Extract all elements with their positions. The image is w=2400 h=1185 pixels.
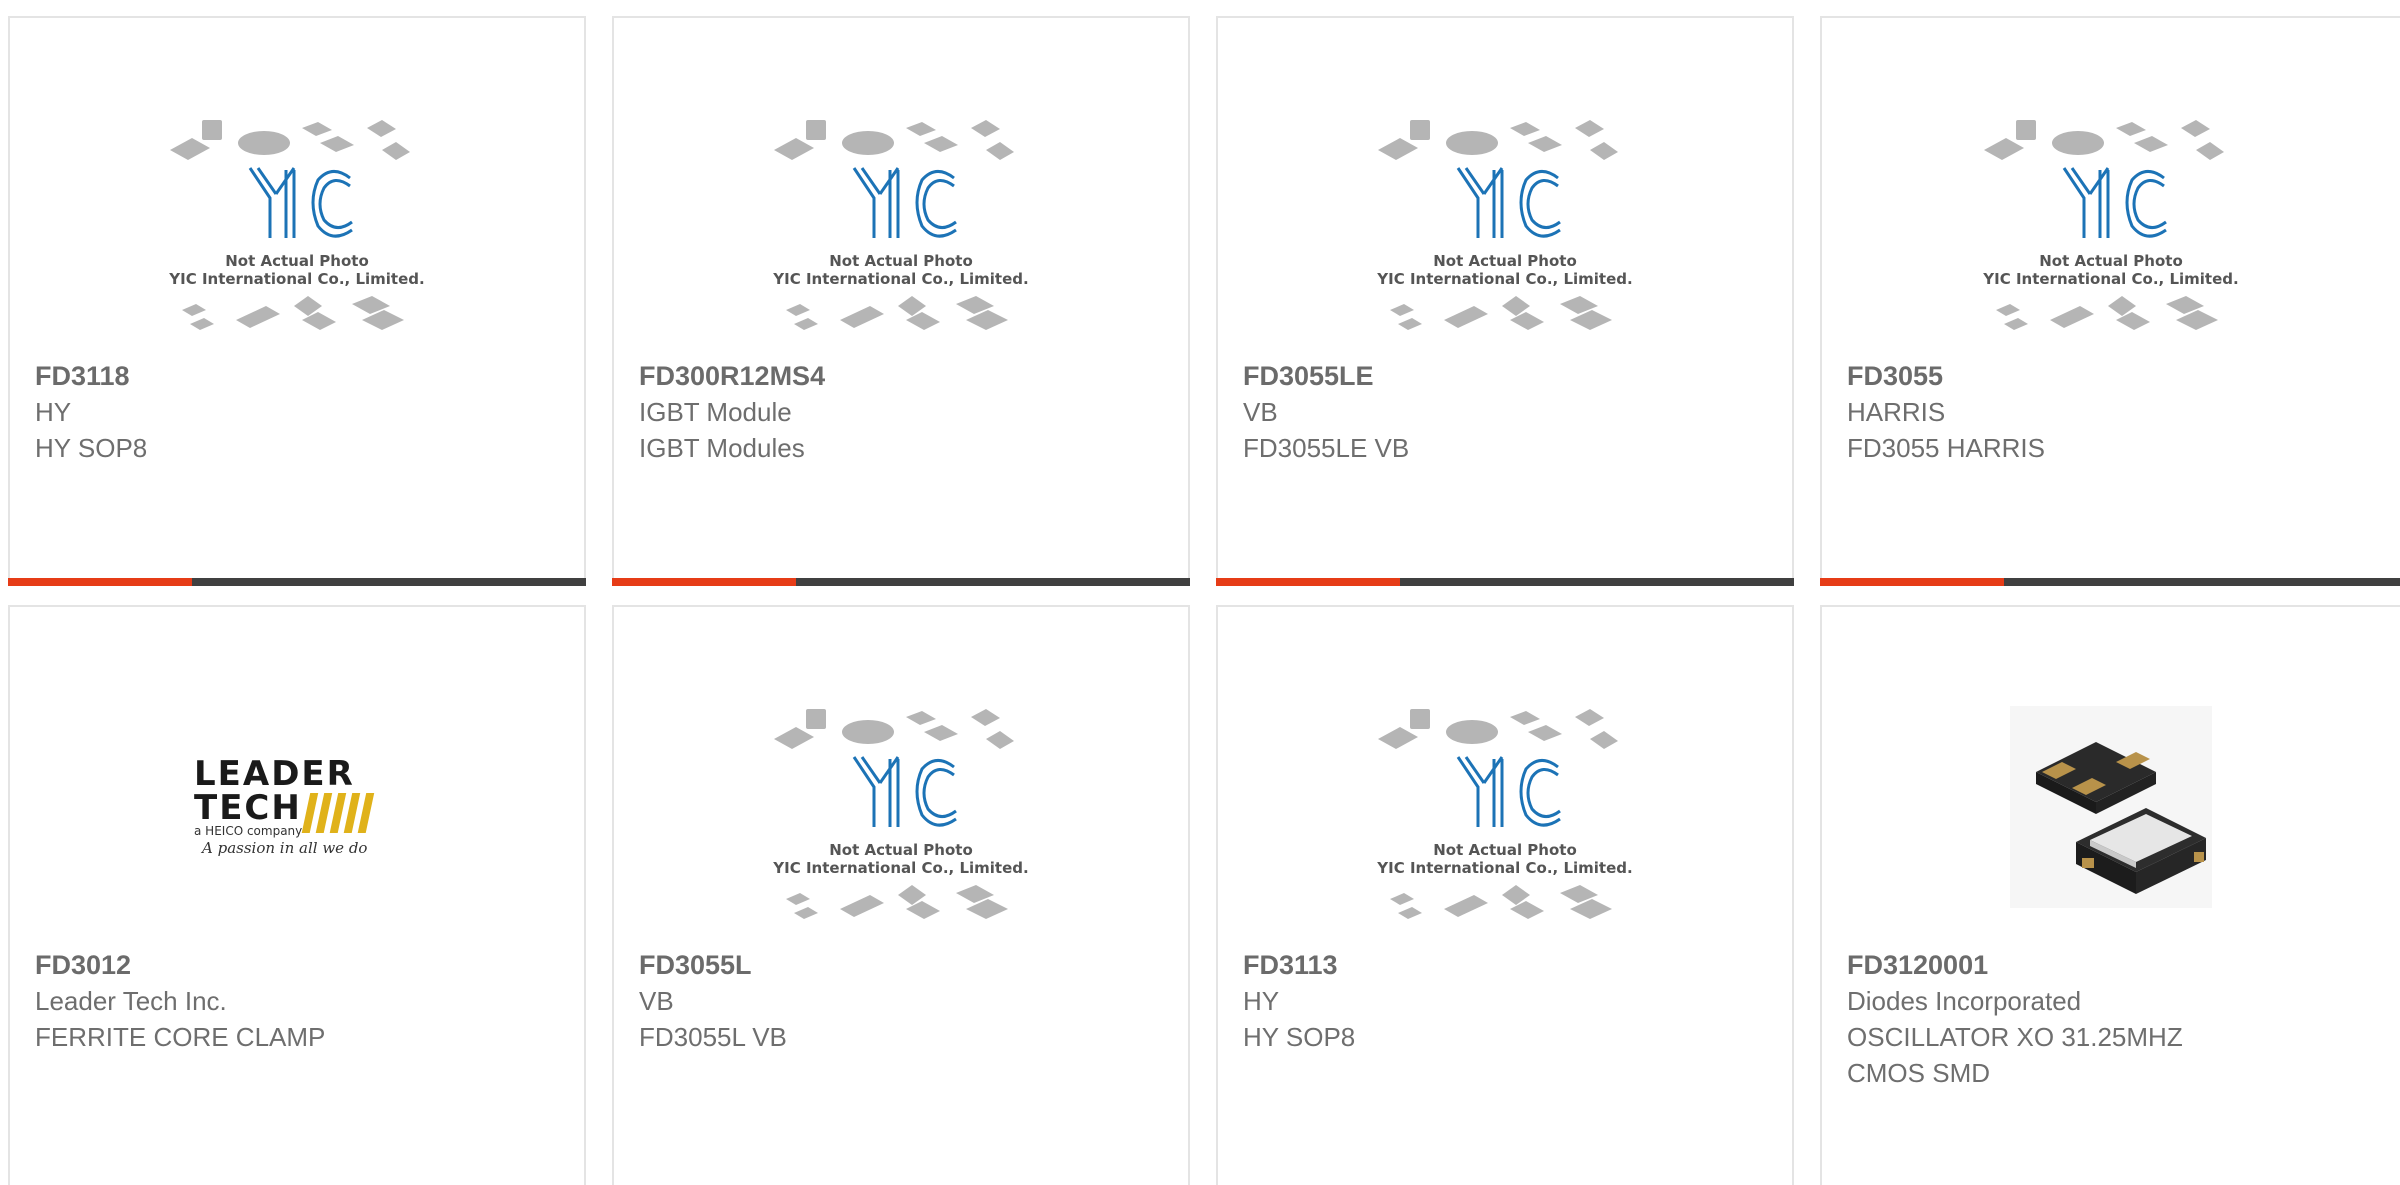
svg-text:Not Actual Photo: Not Actual Photo bbox=[225, 252, 369, 270]
product-card[interactable]: Not Actual Photo YIC International Co., … bbox=[1820, 16, 2400, 586]
product-card[interactable]: Not Actual Photo YIC International Co., … bbox=[612, 16, 1190, 586]
svg-text:Not Actual Photo: Not Actual Photo bbox=[2039, 252, 2183, 270]
svg-text:a HEICO company: a HEICO company bbox=[194, 824, 302, 838]
product-card[interactable]: Not Actual Photo YIC International Co., … bbox=[8, 16, 586, 586]
description: OSCILLATOR XO 31.25MHZ CMOS SMD bbox=[1847, 1022, 2183, 1088]
svg-text:Not Actual Photo: Not Actual Photo bbox=[829, 841, 973, 859]
yic-placeholder-image: Not Actual Photo YIC International Co., … bbox=[1376, 709, 1633, 919]
card-accent bbox=[612, 578, 796, 586]
description: FD3055L VB bbox=[639, 1022, 787, 1052]
product-card[interactable]: Not Actual Photo YIC International Co., … bbox=[612, 605, 1190, 1185]
manufacturer: HY bbox=[1243, 986, 1280, 1016]
product-info: FD300R12MS4 IGBT Module IGBT Modules bbox=[639, 358, 1168, 466]
card-bottom-bar bbox=[612, 578, 1190, 586]
description: FD3055 HARRIS bbox=[1847, 433, 2045, 463]
product-info: FD3118 HY HY SOP8 bbox=[35, 358, 564, 466]
part-number[interactable]: FD3120001 bbox=[1847, 947, 2380, 983]
svg-text:Not Actual Photo: Not Actual Photo bbox=[829, 252, 973, 270]
card-accent bbox=[1820, 578, 2004, 586]
svg-text:Not Actual Photo: Not Actual Photo bbox=[1433, 841, 1577, 859]
svg-text:A passion in all we do: A passion in all we do bbox=[200, 839, 367, 857]
part-number[interactable]: FD3118 bbox=[35, 358, 564, 394]
product-grid: Not Actual Photo YIC International Co., … bbox=[0, 0, 2400, 1185]
product-image[interactable] bbox=[1822, 687, 2400, 927]
card-accent bbox=[1216, 578, 1400, 586]
product-image[interactable]: Not Actual Photo YIC International Co., … bbox=[1218, 98, 1792, 338]
part-number[interactable]: FD300R12MS4 bbox=[639, 358, 1168, 394]
description: FD3055LE VB bbox=[1243, 433, 1410, 463]
product-info: FD3055L VB FD3055L VB bbox=[639, 947, 1168, 1055]
manufacturer: VB bbox=[639, 986, 674, 1016]
svg-text:YIC International Co., Limited: YIC International Co., Limited. bbox=[1376, 859, 1632, 877]
card-accent bbox=[8, 578, 192, 586]
manufacturer: Diodes Incorporated bbox=[1847, 986, 2082, 1016]
svg-text:YIC International Co., Limited: YIC International Co., Limited. bbox=[1376, 270, 1632, 288]
product-image[interactable]: Not Actual Photo YIC International Co., … bbox=[10, 98, 584, 338]
svg-text:YIC International Co., Limited: YIC International Co., Limited. bbox=[168, 270, 424, 288]
description: IGBT Modules bbox=[639, 433, 805, 463]
product-image[interactable]: LEADER TECH a HEICO company A passion in… bbox=[10, 687, 584, 927]
product-info: FD3012 Leader Tech Inc. FERRITE CORE CLA… bbox=[35, 947, 564, 1055]
product-card[interactable]: FD3120001 Diodes Incorporated OSCILLATOR… bbox=[1820, 605, 2400, 1185]
description: HY SOP8 bbox=[1243, 1022, 1356, 1052]
svg-text:TECH: TECH bbox=[194, 788, 302, 828]
manufacturer: HY bbox=[35, 397, 72, 427]
part-number[interactable]: FD3055 bbox=[1847, 358, 2380, 394]
product-info: FD3120001 Diodes Incorporated OSCILLATOR… bbox=[1847, 947, 2380, 1091]
part-number[interactable]: FD3055L bbox=[639, 947, 1168, 983]
yic-placeholder-image: Not Actual Photo YIC International Co., … bbox=[168, 120, 425, 330]
part-number[interactable]: FD3055LE bbox=[1243, 358, 1772, 394]
product-image[interactable]: Not Actual Photo YIC International Co., … bbox=[614, 98, 1188, 338]
svg-text:YIC International Co., Limited: YIC International Co., Limited. bbox=[772, 859, 1028, 877]
svg-text:YIC International Co., Limited: YIC International Co., Limited. bbox=[772, 270, 1028, 288]
product-image[interactable]: Not Actual Photo YIC International Co., … bbox=[1218, 687, 1792, 927]
card-bottom-bar bbox=[1820, 578, 2400, 586]
product-card[interactable]: LEADER TECH a HEICO company A passion in… bbox=[8, 605, 586, 1185]
svg-text:YIC International Co., Limited: YIC International Co., Limited. bbox=[1982, 270, 2238, 288]
product-card[interactable]: Not Actual Photo YIC International Co., … bbox=[1216, 605, 1794, 1185]
part-number[interactable]: FD3113 bbox=[1243, 947, 1772, 983]
product-info: FD3055LE VB FD3055LE VB bbox=[1243, 358, 1772, 466]
product-card[interactable]: Not Actual Photo YIC International Co., … bbox=[1216, 16, 1794, 586]
leader-tech-logo: LEADER TECH a HEICO company A passion in… bbox=[194, 754, 375, 857]
yic-placeholder-image: Not Actual Photo YIC International Co., … bbox=[1982, 120, 2239, 330]
card-bottom-bar bbox=[1216, 578, 1794, 586]
description: HY SOP8 bbox=[35, 433, 148, 463]
oscillator-photo bbox=[2010, 706, 2212, 908]
svg-text:Not Actual Photo: Not Actual Photo bbox=[1433, 252, 1577, 270]
yic-placeholder-image: Not Actual Photo YIC International Co., … bbox=[1376, 120, 1633, 330]
manufacturer: Leader Tech Inc. bbox=[35, 986, 227, 1016]
manufacturer: IGBT Module bbox=[639, 397, 792, 427]
yic-placeholder-image: Not Actual Photo YIC International Co., … bbox=[772, 120, 1029, 330]
manufacturer: HARRIS bbox=[1847, 397, 1946, 427]
product-image[interactable]: Not Actual Photo YIC International Co., … bbox=[1822, 98, 2400, 338]
product-info: FD3055 HARRIS FD3055 HARRIS bbox=[1847, 358, 2380, 466]
yic-placeholder-image: Not Actual Photo YIC International Co., … bbox=[772, 709, 1029, 919]
card-bottom-bar bbox=[8, 578, 586, 586]
description: FERRITE CORE CLAMP bbox=[35, 1022, 326, 1052]
part-number[interactable]: FD3012 bbox=[35, 947, 564, 983]
manufacturer: VB bbox=[1243, 397, 1278, 427]
product-info: FD3113 HY HY SOP8 bbox=[1243, 947, 1772, 1055]
product-image[interactable]: Not Actual Photo YIC International Co., … bbox=[614, 687, 1188, 927]
